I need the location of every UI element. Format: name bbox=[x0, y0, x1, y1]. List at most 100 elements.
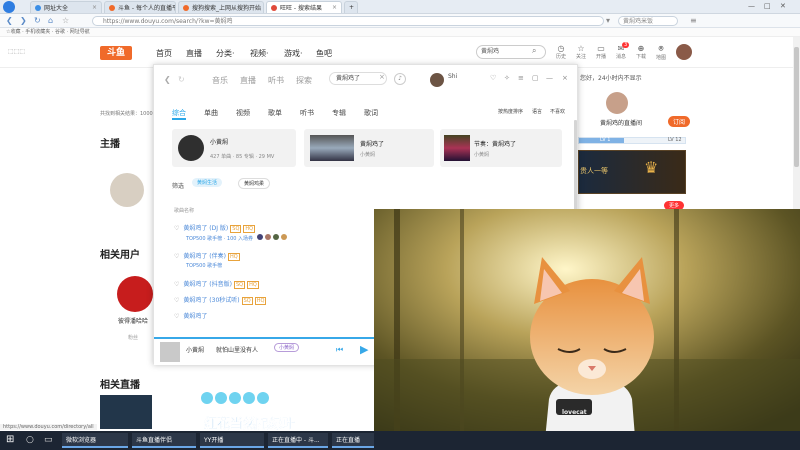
task-view-icon[interactable]: ▭ bbox=[44, 435, 53, 445]
follow-icon[interactable]: ☆ 关注 bbox=[574, 44, 588, 60]
dropdown-icon[interactable]: ▾ bbox=[606, 16, 610, 25]
menu-icon[interactable]: ≡ bbox=[690, 16, 697, 25]
close-window-icon[interactable]: ✕ bbox=[780, 2, 786, 10]
promo-title: 贵人一等 bbox=[580, 167, 608, 175]
download-icon[interactable]: ⊕ 下载 bbox=[634, 44, 648, 60]
music-tab-explore[interactable]: 探索 bbox=[296, 75, 312, 86]
tab-4[interactable]: 旺旺 - 搜索结果 × bbox=[266, 1, 342, 13]
refresh-icon[interactable]: ↻ bbox=[34, 16, 41, 25]
music-tab-live[interactable]: 直播 bbox=[240, 75, 256, 86]
music-tab-music[interactable]: 音乐 bbox=[212, 75, 228, 86]
song-card[interactable]: 黄焖鸡了 小黄焖 bbox=[304, 129, 434, 167]
account-avatar[interactable] bbox=[430, 73, 444, 87]
mv-card[interactable]: 节奏：黄焖鸡了 小黄焖 bbox=[440, 129, 562, 167]
artist-card[interactable]: 小黄焖 427 单曲 · 85 专辑 · 29 MV bbox=[172, 129, 296, 167]
voice-search-icon[interactable]: ♪ bbox=[394, 73, 406, 85]
result-count: 共找到相关结果：1000+ bbox=[100, 111, 157, 117]
scrollbar-thumb[interactable] bbox=[794, 47, 799, 167]
prev-icon[interactable]: ⏮ bbox=[336, 345, 343, 355]
taskbar-item-4[interactable]: 正在直播中 - 斗... bbox=[268, 433, 328, 448]
tab-3[interactable]: 搜狗搜索_上网从搜狗开始× bbox=[178, 1, 264, 13]
user-avatar[interactable] bbox=[117, 276, 153, 312]
subtab-albums[interactable]: 专辑 bbox=[332, 108, 346, 118]
forward-icon[interactable]: ❯ bbox=[20, 16, 27, 25]
windows-start-icon[interactable]: ⊞ bbox=[6, 434, 14, 445]
user-name[interactable]: 彼得潘哈哈 bbox=[118, 316, 148, 325]
music-scrollbar[interactable] bbox=[574, 120, 577, 210]
list-item[interactable]: ♡ 黄焖鸡了 (30秒试听) SQ HQ bbox=[174, 295, 267, 305]
tab-1[interactable]: 网址大全 × bbox=[30, 1, 102, 13]
sort-lang[interactable]: 语言 bbox=[532, 108, 542, 115]
star-icon[interactable]: ☆ bbox=[62, 16, 69, 25]
player-tag[interactable]: 小黄焖 bbox=[274, 343, 300, 352]
song-sub: TOP500 歌手榜 bbox=[186, 263, 223, 269]
taskbar-item-2[interactable]: 斗鱼直播伴侣 bbox=[132, 433, 196, 448]
filter-chip-1[interactable]: 黄焖生活 bbox=[192, 178, 223, 187]
nav-home[interactable]: 首页 bbox=[156, 48, 172, 59]
streamer-avatar[interactable] bbox=[606, 92, 628, 114]
taskbar-item-5[interactable]: 正在直播 bbox=[332, 433, 374, 448]
maximize-icon[interactable]: □ bbox=[764, 2, 771, 10]
nav-yuba[interactable]: 鱼吧 bbox=[316, 48, 332, 59]
list-item[interactable]: ♡ 黄焖鸡了 (DJ 版) SQ HQ bbox=[174, 223, 256, 233]
browser-search-input[interactable]: 黄焖鸡米饭 bbox=[618, 16, 678, 26]
task-search-icon[interactable]: ○ bbox=[26, 435, 34, 445]
nav-video[interactable]: 视频· bbox=[250, 48, 269, 59]
minimize-icon[interactable]: — bbox=[546, 74, 553, 82]
nav-game[interactable]: 游戏· bbox=[284, 48, 303, 59]
player-cover[interactable] bbox=[160, 342, 180, 362]
live-thumbnail[interactable] bbox=[100, 395, 152, 429]
streamer-name[interactable]: 黄焖鸡的直播间 bbox=[600, 118, 642, 127]
sort-hot[interactable]: 按热度排序 bbox=[498, 108, 523, 115]
list-item[interactable]: ♡ 黄焖鸡了 bbox=[174, 311, 207, 320]
new-tab-icon[interactable]: + bbox=[349, 4, 354, 11]
search-icon[interactable]: ⌕ bbox=[532, 46, 536, 56]
taskbar-item-3[interactable]: YY开播 bbox=[200, 433, 264, 448]
subtab-lyrics[interactable]: 歌词 bbox=[364, 108, 378, 118]
settings-icon[interactable]: ≡ bbox=[518, 74, 524, 82]
close-icon[interactable]: × bbox=[562, 74, 568, 82]
vip-icon[interactable]: ♡ bbox=[490, 74, 496, 82]
music-tab-books[interactable]: 听书 bbox=[268, 75, 284, 86]
nav-category[interactable]: 分类· bbox=[216, 48, 235, 59]
url-input[interactable]: https://www.douyu.com/search/?kw=黄焖鸡 bbox=[92, 16, 604, 26]
anchor-avatar[interactable] bbox=[110, 173, 144, 207]
nav-live[interactable]: 直播 bbox=[186, 48, 202, 59]
site-logo[interactable]: 斗鱼 bbox=[100, 46, 132, 60]
heart-icon[interactable]: ♡ bbox=[174, 253, 179, 260]
tab-close-icon[interactable]: × bbox=[332, 4, 337, 11]
minimize-icon[interactable]: — bbox=[748, 2, 755, 10]
subtab-videos[interactable]: 视频 bbox=[236, 108, 250, 118]
clear-icon[interactable]: × bbox=[379, 73, 385, 81]
back-icon[interactable]: ❮ bbox=[164, 75, 171, 84]
account-name[interactable]: Shi bbox=[448, 73, 457, 80]
list-item[interactable]: ♡ 黄焖鸡了 (伴奏) HQ bbox=[174, 251, 240, 261]
list-item[interactable]: ♡ 黄焖鸡了 (抖音版) SQ HQ bbox=[174, 279, 259, 289]
back-icon[interactable]: ❮ bbox=[6, 16, 13, 25]
map-icon[interactable]: ⌾ 地图 bbox=[654, 44, 668, 61]
subscribe-button[interactable]: 订阅 bbox=[668, 116, 691, 127]
broadcast-icon[interactable]: ▭ 开播 bbox=[594, 44, 608, 60]
tab-2[interactable]: 斗鱼 - 每个人的直播平台× bbox=[104, 1, 176, 13]
refresh-icon[interactable]: ↻ bbox=[178, 75, 185, 84]
play-icon[interactable]: ▶ bbox=[360, 343, 368, 356]
tab-close-icon[interactable]: × bbox=[92, 4, 97, 11]
heart-icon[interactable]: ♡ bbox=[174, 225, 179, 232]
subtab-all[interactable]: 综合 bbox=[172, 108, 186, 120]
subtab-songs[interactable]: 单曲 bbox=[204, 108, 218, 118]
subtab-books[interactable]: 听书 bbox=[300, 108, 314, 118]
heart-icon[interactable]: ♡ bbox=[174, 313, 179, 320]
filter-chip-2[interactable]: 黄焖鸡柔 bbox=[238, 178, 271, 189]
subtab-playlists[interactable]: 歌单 bbox=[268, 108, 282, 118]
taskbar-item-1[interactable]: 微软浏览器 bbox=[62, 433, 128, 448]
heart-icon[interactable]: ♡ bbox=[174, 297, 179, 304]
home-icon[interactable]: ⌂ bbox=[48, 16, 53, 25]
bookmark-bar[interactable]: ☆收藏 · 手机收藏夹 · 谷歌 · 网址导航 bbox=[0, 28, 800, 37]
miniplayer-icon[interactable]: ▢ bbox=[532, 74, 539, 82]
history-icon[interactable]: ◷ 历史 bbox=[554, 44, 568, 60]
skin-icon[interactable]: ✧ bbox=[504, 74, 510, 82]
dislike-option[interactable]: 不喜欢 bbox=[550, 108, 565, 115]
heart-icon[interactable]: ♡ bbox=[174, 281, 179, 288]
avatar[interactable] bbox=[676, 44, 692, 60]
tab-5[interactable]: + bbox=[344, 1, 358, 13]
